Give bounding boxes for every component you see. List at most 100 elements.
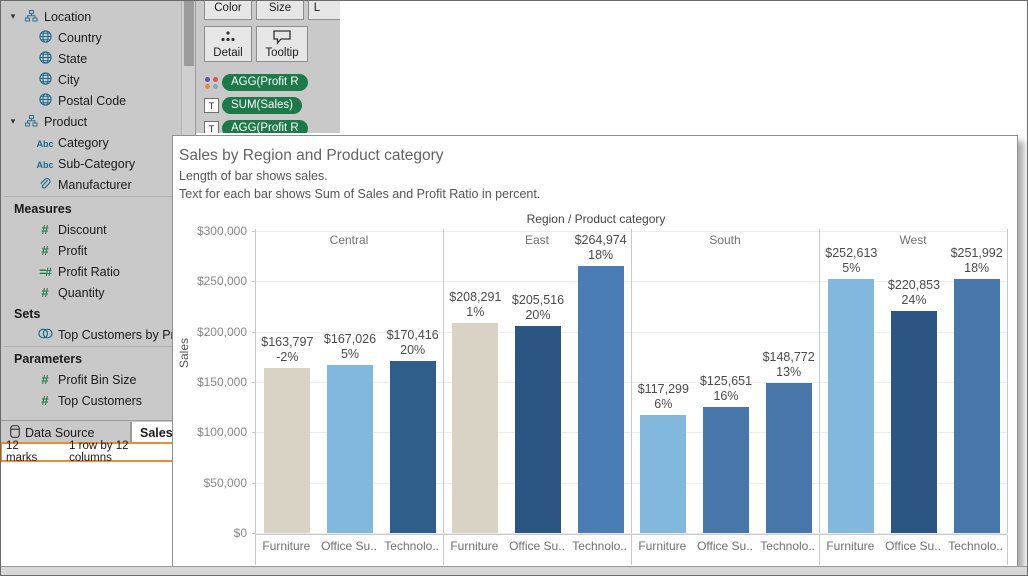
field-item-discount[interactable]: # Discount (0, 219, 181, 240)
color-dots-icon (204, 75, 219, 90)
y-tick-label: $150,000 (196, 375, 247, 389)
bar-label-profit-ratio: 20% (400, 343, 426, 358)
bar-label: $148,772 13% (745, 350, 833, 380)
viz-title: Sales by Region and Product category (179, 147, 444, 164)
bar[interactable] (389, 361, 436, 533)
hierarchy-icon (20, 9, 42, 24)
tableau-desktop-window: ▾ Location Country State City Postal Code ▾ Pro… (0, 0, 1028, 576)
bar[interactable] (703, 406, 749, 533)
y-axis-title: Sales (177, 337, 191, 368)
field-item-state[interactable]: State (0, 48, 181, 69)
tooltip-icon (272, 27, 292, 47)
field-item-country-label: Country (58, 30, 102, 45)
marks-card[interactable]: Color Size L Detail Tooltip AGG(Profit R… (196, 0, 340, 133)
bar-label-profit-ratio: 24% (901, 292, 927, 307)
field-item-manufacturer[interactable]: Manufacturer (0, 174, 181, 195)
bar[interactable] (891, 310, 937, 533)
detail-button[interactable]: Detail (204, 26, 252, 62)
field-item-city[interactable]: City (0, 69, 181, 90)
bar-label-profit-ratio: 18% (964, 261, 990, 276)
marks-pill-text-sales-label[interactable]: SUM(Sales) (222, 97, 302, 114)
bar[interactable] (452, 323, 499, 533)
tooltip-button[interactable]: Tooltip (256, 26, 308, 62)
bar-label-profit-ratio: 18% (588, 248, 614, 263)
field-item-profit[interactable]: # Profit (0, 240, 181, 261)
bar-label-profit-ratio: 20% (525, 308, 551, 323)
bar-label-sales: $205,516 (511, 293, 565, 308)
plot-area[interactable]: $163,797 -2% $167,026 5% $170,416 20% $208,291… (252, 231, 1008, 534)
color-button-label: Color (214, 2, 242, 14)
bar-label: $251,992 18% (933, 246, 1017, 276)
bar[interactable] (765, 383, 812, 533)
field-item-product[interactable]: ▾ Product (0, 111, 181, 132)
viz-popup-window[interactable]: Sales by Region and Product category Len… (172, 135, 1018, 571)
field-item-state-label: State (58, 51, 88, 66)
chevron-down-icon[interactable]: ▾ (6, 11, 20, 22)
bar-label-sales: $170,416 (386, 328, 439, 343)
field-item-quantity[interactable]: # Quantity (0, 282, 181, 303)
marks-pill-color-label[interactable]: AGG(Profit R (222, 74, 308, 91)
worksheet-tab-strip[interactable]: Data Source Sales (0, 420, 196, 443)
divider (4, 346, 177, 347)
field-item-city-label: City (58, 72, 80, 87)
field-item-category[interactable]: Abc Category (0, 132, 181, 153)
database-icon (10, 424, 20, 441)
bar-label-profit-ratio: 5% (842, 260, 861, 275)
color-button[interactable]: Color (204, 0, 252, 20)
column-field-header: Region / Product category (526, 212, 666, 226)
field-item-top-customers-by-profit[interactable]: Top Customers by Profit (0, 324, 191, 345)
bar[interactable] (828, 278, 875, 533)
field-item-top-customers[interactable]: # Top Customers (0, 390, 181, 411)
field-item-postal-code[interactable]: Postal Code (0, 90, 181, 111)
bar-label-sales: $252,613 (825, 245, 878, 260)
globe-icon (34, 51, 56, 66)
field-item-profit-ratio-label: Profit Ratio (58, 264, 120, 279)
chevron-down-icon[interactable]: ▾ (6, 116, 20, 127)
field-item-profit-bin-size[interactable]: # Profit Bin Size (0, 369, 181, 390)
abc-icon: Abc (36, 138, 54, 149)
viz-subtitle-1: Length of bar shows sales. (179, 169, 328, 183)
bar-label-profit-ratio: 16% (713, 388, 739, 403)
bar[interactable] (640, 414, 687, 533)
hash-icon: # (41, 372, 49, 387)
bar-label-sales: $220,853 (887, 277, 941, 292)
data-pane-scrollbar-thumb[interactable] (184, 0, 194, 66)
field-item-category-label: Category (58, 135, 109, 150)
text-icon: T (204, 98, 219, 113)
marks-pill-color[interactable]: AGG(Profit R (204, 74, 308, 91)
marks-pill-text-profit-ratio-label[interactable]: AGG(Profit R (222, 120, 308, 133)
viz-content: Sales by Region and Product category Len… (173, 136, 1017, 570)
x-tick-label[interactable]: Technolo.. (936, 539, 1016, 553)
data-pane-field-list[interactable]: ▾ Location Country State City Postal Code ▾ Pro… (0, 6, 191, 411)
bar[interactable] (577, 266, 624, 533)
text-icon: T (204, 121, 219, 133)
field-item-profit-bin-size-label: Profit Bin Size (58, 372, 137, 387)
field-item-profit-ratio[interactable]: =# Profit Ratio (0, 261, 181, 282)
label-button[interactable]: L (308, 0, 340, 20)
field-item-sub-category[interactable]: Abc Sub-Category (0, 153, 181, 174)
size-button[interactable]: Size (256, 0, 304, 20)
y-tick-label: $50,000 (203, 475, 247, 490)
globe-icon (34, 30, 56, 45)
marks-pill-text-sales[interactable]: T SUM(Sales) (204, 97, 302, 114)
field-item-location[interactable]: ▾ Location (0, 6, 181, 27)
field-item-profit-label: Profit (58, 243, 88, 258)
bar[interactable] (264, 368, 311, 533)
paperclip-icon (34, 177, 56, 192)
field-item-quantity-label: Quantity (58, 285, 105, 300)
bar[interactable] (515, 326, 561, 533)
field-item-manufacturer-label: Manufacturer (58, 177, 132, 192)
globe-icon (34, 93, 56, 108)
bar-label: $264,974 18% (557, 233, 645, 263)
data-pane[interactable]: ▾ Location Country State City Postal Code ▾ Pro… (0, 0, 196, 420)
viz-subtitle-2: Text for each bar shows Sum of Sales and… (179, 187, 541, 201)
calc-hash-icon: =# (39, 264, 52, 279)
bar[interactable] (327, 364, 373, 533)
field-item-country[interactable]: Country (0, 27, 181, 48)
hash-icon: # (41, 222, 49, 237)
bar[interactable] (953, 279, 1000, 533)
marks-pill-text-profit-ratio[interactable]: T AGG(Profit R (204, 120, 308, 133)
field-item-product-label: Product (44, 114, 88, 129)
hash-icon: # (41, 285, 49, 300)
bar-label: $252,613 5% (807, 246, 895, 276)
